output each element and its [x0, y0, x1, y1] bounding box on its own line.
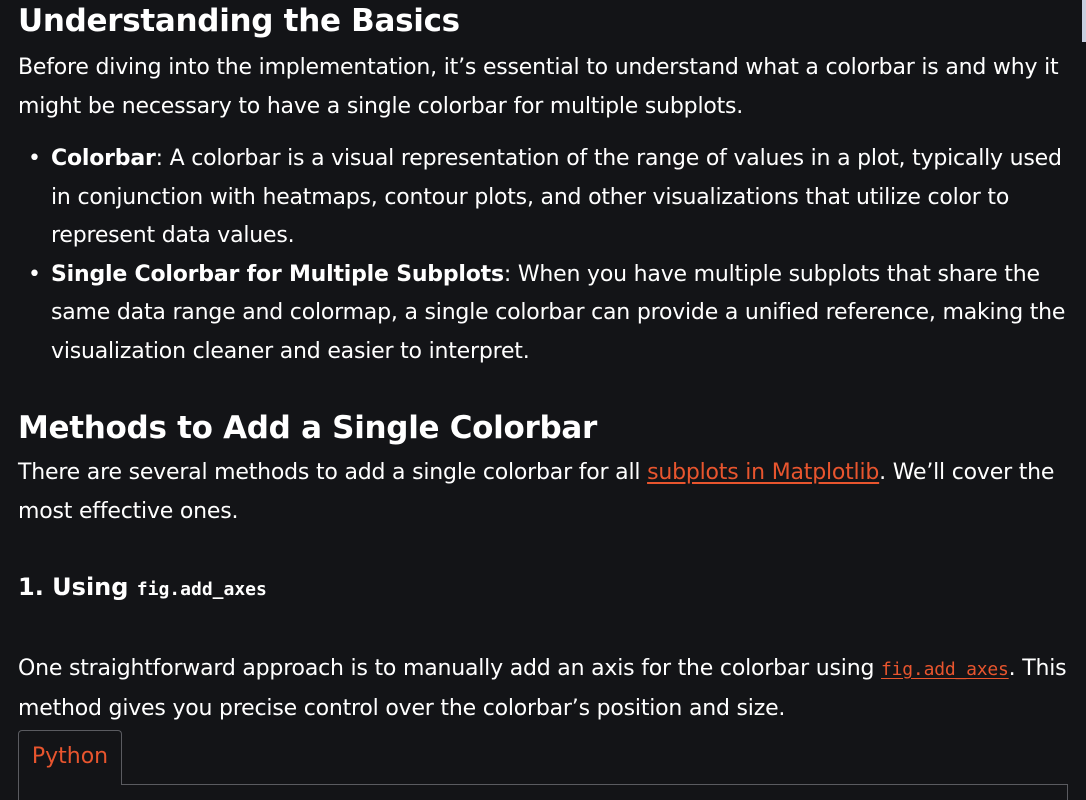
list-item: • Colorbar: A colorbar is a visual repres…	[18, 140, 1068, 256]
method1-heading: 1. Using fig.add_axes	[18, 572, 1068, 605]
article-page: Understanding the Basics Before diving i…	[0, 0, 1086, 800]
bullet-dot: •	[28, 261, 41, 287]
section-heading-methods: Methods to Add a Single Colorbar	[18, 410, 597, 446]
method1-text-before: One straightforward approach is to manua…	[18, 656, 882, 681]
bullet-text: : A colorbar is a visual representation …	[51, 146, 1062, 248]
bullet-term: Single Colorbar for Multiple Subplots	[51, 261, 504, 287]
section-heading-basics: Understanding the Basics	[18, 3, 460, 39]
methods-intro-text-before: There are several methods to add a singl…	[18, 460, 648, 485]
article-content: Understanding the Basics Before diving i…	[18, 0, 1068, 728]
method1-heading-prefix: 1. Using	[18, 573, 137, 601]
bullet-term: Colorbar	[51, 146, 156, 171]
list-item: • Single Colorbar for Multiple Subplots: …	[18, 256, 1068, 372]
subplots-matplotlib-link[interactable]: subplots in Matplotlib	[647, 460, 879, 485]
method1-paragraph: One straightforward approach is to manua…	[18, 650, 1068, 728]
basics-bullet-list: • Colorbar: A colorbar is a visual repres…	[18, 140, 1068, 371]
basics-intro-paragraph: Before diving into the implementation, i…	[18, 55, 1059, 119]
bullet-dot: •	[28, 146, 41, 171]
methods-intro-paragraph: There are several methods to add a singl…	[18, 454, 1068, 531]
code-block	[18, 784, 1068, 800]
scrollbar-thumb[interactable]	[1082, 0, 1086, 42]
method1-heading-code: fig.add_axes	[136, 579, 267, 600]
fig-add-axes-link[interactable]: fig.add_axes	[881, 659, 1009, 680]
tab-python[interactable]: Python	[18, 730, 122, 785]
